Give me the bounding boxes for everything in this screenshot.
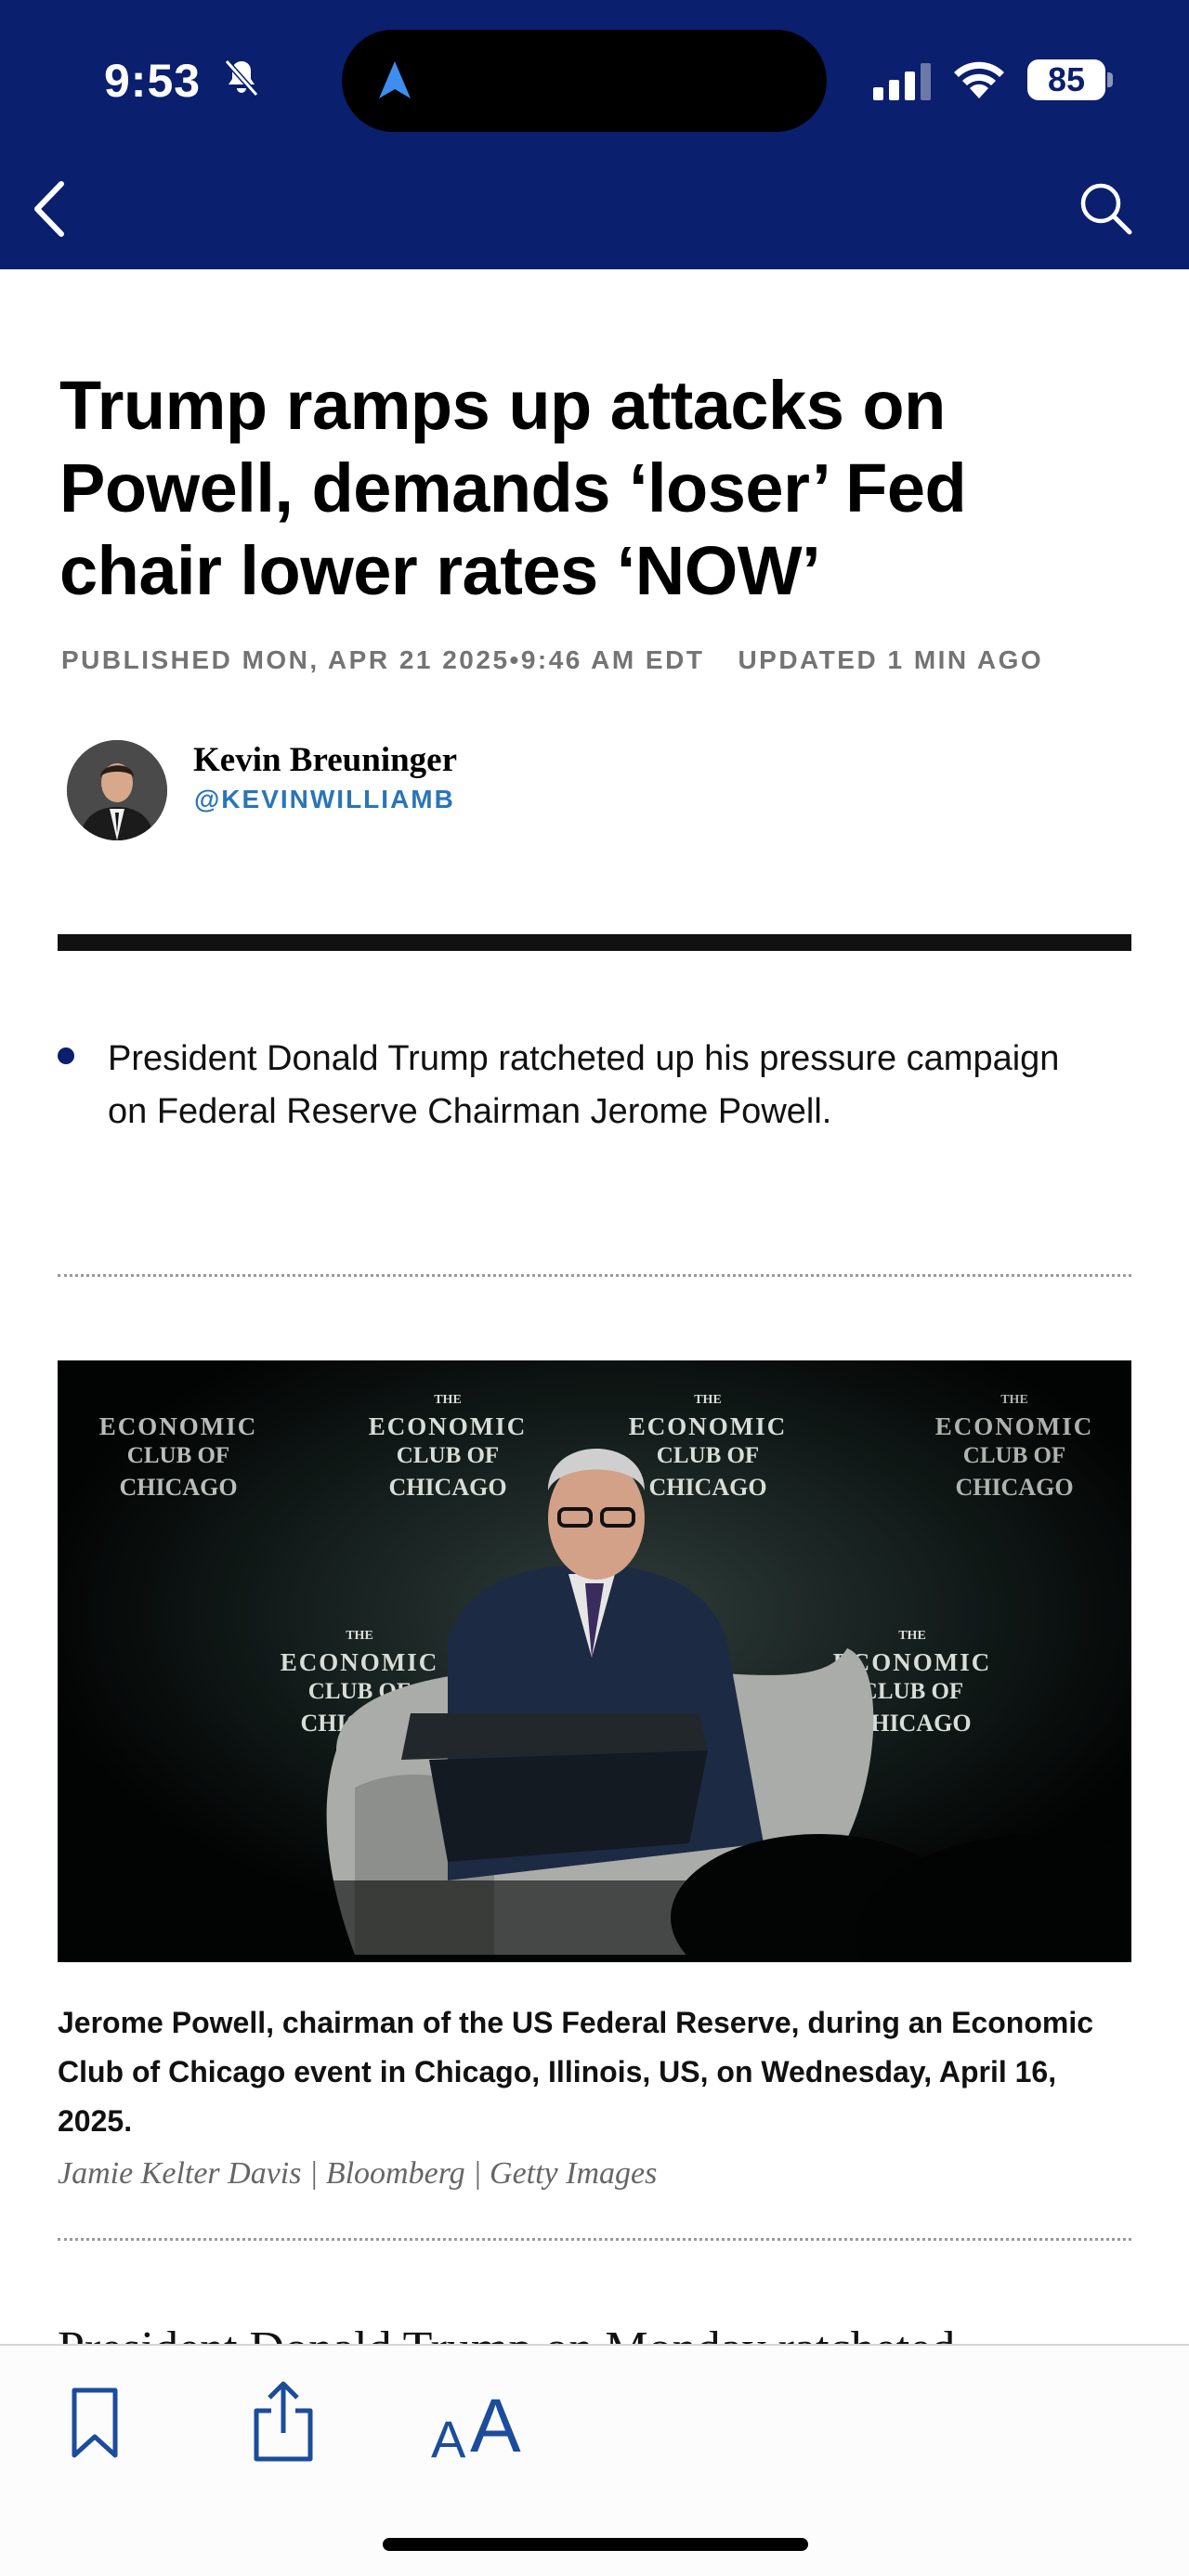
author-handle[interactable]: @KEVINWILLIAMB (194, 785, 455, 814)
status-time: 9:53 (104, 55, 202, 107)
svg-text:CHICAGO: CHICAGO (119, 1474, 237, 1501)
svg-text:THE: THE (346, 1629, 373, 1643)
svg-text:CHICAGO: CHICAGO (388, 1474, 506, 1501)
svg-text:THE: THE (1000, 1393, 1028, 1407)
svg-text:CLUB OF: CLUB OF (127, 1443, 229, 1468)
photo-caption: Jerome Powell, chairman of the US Federa… (58, 2006, 1093, 2138)
svg-text:CLUB OF: CLUB OF (657, 1443, 759, 1468)
svg-text:ECONOMIC: ECONOMIC (281, 1648, 439, 1676)
svg-text:THE: THE (898, 1629, 926, 1643)
photo-credit: Jamie Kelter Davis | Bloomberg | Getty I… (58, 2156, 658, 2191)
bookmark-icon[interactable] (69, 2387, 121, 2461)
search-icon[interactable] (1078, 180, 1133, 236)
battery-level: 85 (1047, 60, 1086, 98)
svg-text:CLUB OF: CLUB OF (397, 1443, 499, 1468)
bell-slash-icon (224, 59, 259, 97)
text-size-big-label: A (470, 2384, 521, 2468)
svg-text:ECONOMIC: ECONOMIC (369, 1412, 528, 1440)
avatar[interactable] (67, 740, 167, 840)
dotted-divider (58, 1274, 1131, 1277)
text-size-button[interactable]: A A (429, 2381, 531, 2468)
published-time: PUBLISHED MON, APR 21 2025•9:46 AM EDT (61, 645, 705, 674)
section-divider (58, 934, 1131, 951)
article-headline: Trump ramps up attacks on Powell, demand… (59, 367, 967, 609)
dotted-divider (58, 2238, 1131, 2241)
text-size-small-label: A (431, 2410, 466, 2468)
article-photo[interactable]: THE ECONOMIC CLUB OF CHICAGO THE ECONOMI… (58, 1360, 1131, 1962)
svg-text:ECONOMIC: ECONOMIC (935, 1412, 1094, 1440)
bullet-icon (58, 1047, 74, 1064)
home-indicator[interactable] (383, 2538, 808, 2551)
svg-text:ECONOMIC: ECONOMIC (629, 1412, 788, 1440)
share-icon[interactable] (251, 2379, 316, 2463)
chevron-left-icon[interactable] (24, 176, 80, 241)
wifi-icon (954, 61, 1004, 98)
svg-text:CLUB OF: CLUB OF (963, 1443, 1065, 1468)
key-point: President Donald Trump ratcheted up his … (108, 1039, 1060, 1131)
article-timestamps: PUBLISHED MON, APR 21 2025•9:46 AM EDT UP… (61, 645, 1139, 675)
top-bar: 9:53 85 (0, 0, 1189, 269)
svg-text:CHICAGO: CHICAGO (955, 1474, 1073, 1501)
updated-time: UPDATED 1 MIN AGO (738, 645, 1044, 674)
svg-text:CHICAGO: CHICAGO (648, 1474, 766, 1501)
signal-icon (873, 63, 931, 100)
author-byline[interactable]: Kevin Breuninger @KEVINWILLIAMB (67, 740, 624, 842)
author-name[interactable]: Kevin Breuninger (193, 740, 457, 780)
svg-text:ECONOMIC: ECONOMIC (99, 1412, 258, 1440)
svg-text:THE: THE (434, 1393, 462, 1407)
location-arrow-icon (379, 61, 411, 98)
battery-icon: 85 (1027, 59, 1113, 100)
svg-text:THE: THE (694, 1393, 722, 1407)
svg-text:CLUB OF: CLUB OF (861, 1679, 963, 1704)
